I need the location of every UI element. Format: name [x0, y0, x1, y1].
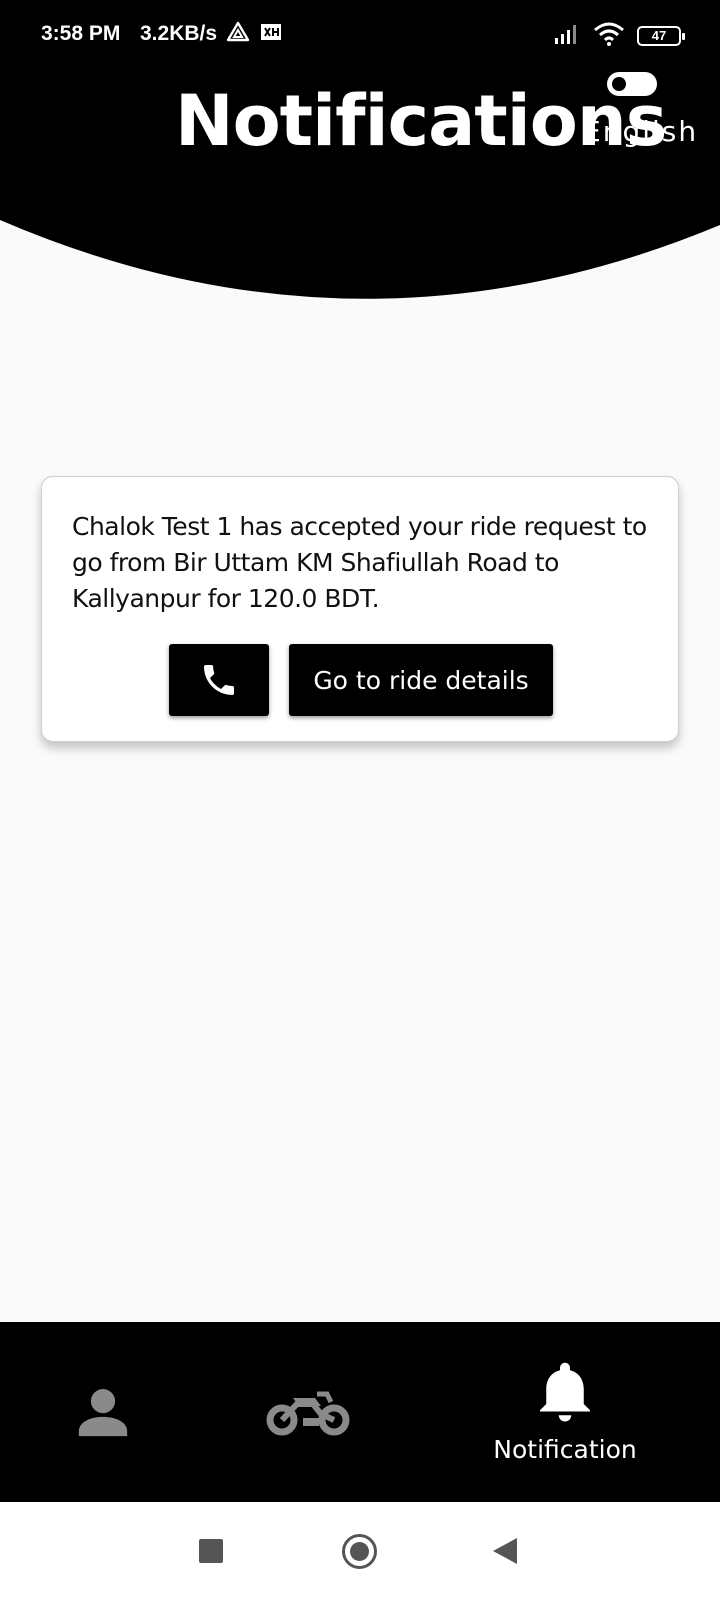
status-time: 3:58 PM: [41, 22, 121, 45]
call-button[interactable]: [169, 644, 269, 716]
toggle-knob: [612, 77, 626, 91]
bell-icon: [540, 1362, 590, 1421]
nav-item-profile[interactable]: [40, 1322, 165, 1502]
back-icon[interactable]: [493, 1538, 517, 1564]
app-notification-icon: [261, 24, 281, 40]
go-to-ride-details-button[interactable]: Go to ride details: [289, 644, 553, 716]
recent-apps-icon[interactable]: [199, 1539, 223, 1563]
notification-card: Chalok Test 1 has accepted your ride req…: [41, 476, 679, 742]
status-bar: 3:58 PM 3.2KB/s 47: [0, 0, 720, 70]
screen: 3:58 PM 3.2KB/s 47 Notifications English: [0, 0, 720, 1600]
language-label: English: [583, 115, 699, 148]
nav-item-notification[interactable]: Notification: [480, 1322, 650, 1502]
home-icon[interactable]: [342, 1534, 377, 1569]
nav-item-ride[interactable]: [245, 1322, 370, 1502]
person-icon: [78, 1389, 127, 1437]
status-network-speed: 3.2KB/s: [140, 22, 218, 45]
phone-icon: [204, 665, 234, 695]
bottom-navigation: Notification: [0, 1322, 720, 1502]
nav-label-notification: Notification: [493, 1434, 637, 1464]
signal-icon: [555, 25, 576, 44]
motorcycle-icon: [266, 1391, 349, 1436]
drive-sync-icon: [226, 21, 250, 42]
battery-indicator: 47: [637, 26, 685, 46]
language-toggle[interactable]: [607, 72, 657, 96]
system-navigation-bar: [0, 1502, 720, 1600]
notification-message: Chalok Test 1 has accepted your ride req…: [72, 512, 647, 613]
wifi-icon: [594, 22, 624, 46]
